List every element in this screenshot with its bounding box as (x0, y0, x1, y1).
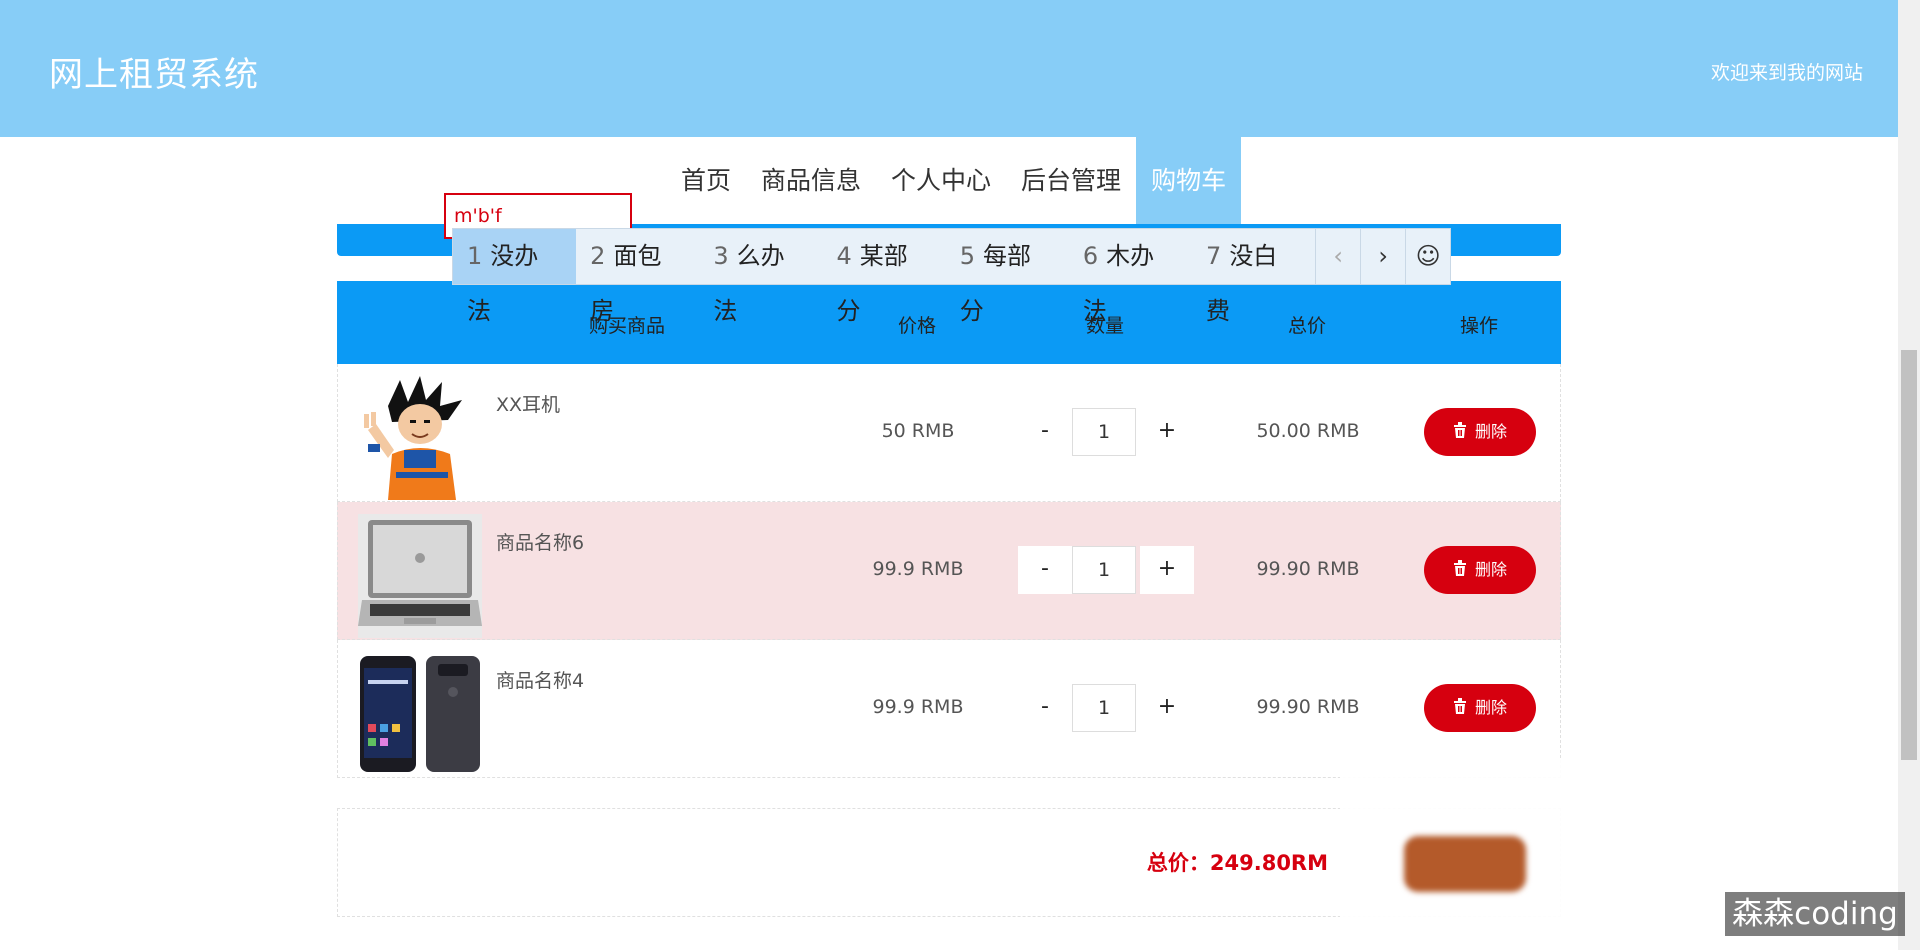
welcome-text: 欢迎来到我的网站 (1710, 62, 1863, 84)
delete-button-label: 删除 (1474, 698, 1507, 717)
quantity-input[interactable]: 1 (1072, 546, 1136, 594)
product-price: 50 RMB (881, 420, 955, 442)
delete-button[interactable]: 删除 (1424, 408, 1536, 456)
column-header-actions: 操作 (1459, 315, 1498, 337)
delete-button[interactable]: 删除 (1424, 546, 1536, 594)
ime-prev-page-icon[interactable]: ‹ (1315, 229, 1360, 284)
product-image (358, 514, 482, 638)
trash-icon (1453, 409, 1467, 457)
ime-candidate-number: 1 (467, 242, 483, 270)
ime-candidate-number: 4 (836, 242, 852, 270)
delete-button-label: 删除 (1474, 422, 1507, 441)
site-header: 网上租贸系统 欢迎来到我的网站 (0, 0, 1898, 137)
ime-candidate-number: 6 (1082, 242, 1099, 270)
line-total: 99.90 RMB (1256, 558, 1360, 580)
cart-table: 购买商品 价格 数量 总价 操作 XX耳机 50 RMB - 1 + 50.00… (337, 281, 1561, 781)
ime-candidate[interactable]: 7 没白费 (1192, 229, 1315, 325)
nav-item-profile[interactable]: 个人中心 (876, 137, 1006, 224)
site-title: 网上租贸系统 (49, 55, 259, 95)
decrease-quantity-button[interactable]: - (1018, 546, 1072, 594)
line-total: 99.90 RMB (1256, 696, 1360, 718)
ime-next-page-icon[interactable]: › (1360, 229, 1405, 284)
quantity-input[interactable]: 1 (1072, 684, 1136, 732)
quantity-stepper: - 1 + (1018, 408, 1194, 456)
decrease-quantity-button[interactable]: - (1018, 684, 1072, 732)
watermark: 森森coding (1725, 892, 1905, 936)
ime-candidate-bar: 1 没办法 2 面包房 3 么办法 4 某部分 5 每部分 6 木办法 7 没白费 ‹ › ☺ (452, 228, 1451, 325)
table-header: 购买商品 价格 数量 总价 操作 (337, 281, 1561, 364)
increase-quantity-button[interactable]: + (1140, 546, 1194, 594)
main-nav: 首页 商品信息 个人中心 后台管理 购物车 (666, 137, 1242, 224)
table-row: 商品名称4 99.9 RMB - 1 + 99.90 RMB 删除 (337, 640, 1561, 778)
ime-candidate[interactable]: 6 木办法 (1069, 229, 1192, 325)
table-row: XX耳机 50 RMB - 1 + 50.00 RMB 删除 (337, 364, 1561, 502)
product-price: 99.9 RMB (872, 558, 964, 580)
nav-item-products[interactable]: 商品信息 (746, 137, 876, 224)
cart-total: 总价：249.80RM (1146, 851, 1328, 875)
quantity-stepper: - 1 + (1018, 684, 1194, 732)
increase-quantity-button[interactable]: + (1140, 408, 1194, 456)
ime-candidate[interactable]: 3 么办法 (699, 229, 822, 325)
product-name: 商品名称4 (496, 670, 585, 692)
line-total: 50.00 RMB (1256, 420, 1360, 442)
product-name: XX耳机 (496, 394, 561, 416)
ime-candidate[interactable]: 2 面包房 (576, 229, 699, 325)
scrollbar-thumb[interactable] (1901, 350, 1917, 760)
ime-candidate-number: 5 (959, 242, 975, 270)
quantity-input[interactable]: 1 (1072, 408, 1136, 456)
trash-icon (1453, 685, 1467, 733)
ime-candidate[interactable]: 5 每部分 (946, 229, 1069, 325)
ime-candidate[interactable]: 4 某部分 (823, 229, 946, 325)
product-name: 商品名称6 (496, 532, 585, 554)
ime-candidate-number: 2 (590, 242, 606, 270)
nav-item-cart[interactable]: 购物车 (1136, 137, 1242, 224)
ime-candidate-number: 3 (713, 242, 729, 270)
delete-button-label: 删除 (1474, 560, 1507, 579)
ime-composition-text: m'b'f (454, 205, 502, 227)
ime-candidate-number: 7 (1206, 242, 1222, 270)
increase-quantity-button[interactable]: + (1140, 684, 1194, 732)
page-scrollbar[interactable] (1898, 0, 1920, 950)
delete-button[interactable]: 删除 (1424, 684, 1536, 732)
ime-candidate[interactable]: 1 没办法 (453, 229, 577, 325)
product-image (358, 652, 482, 776)
checkout-button[interactable] (1404, 836, 1526, 892)
product-price: 99.9 RMB (872, 696, 964, 718)
nav-item-home[interactable]: 首页 (666, 137, 746, 224)
column-header-product: 购买商品 (588, 315, 665, 337)
decrease-quantity-button[interactable]: - (1018, 408, 1072, 456)
column-header-total: 总价 (1287, 315, 1326, 337)
product-image (358, 376, 482, 500)
ime-emoji-icon[interactable]: ☺ (1405, 229, 1450, 284)
trash-icon (1453, 547, 1467, 595)
table-row: 商品名称6 99.9 RMB - 1 + 99.90 RMB 删除 (337, 502, 1561, 640)
quantity-stepper: - 1 + (1018, 546, 1194, 594)
nav-item-admin[interactable]: 后台管理 (1006, 137, 1136, 224)
